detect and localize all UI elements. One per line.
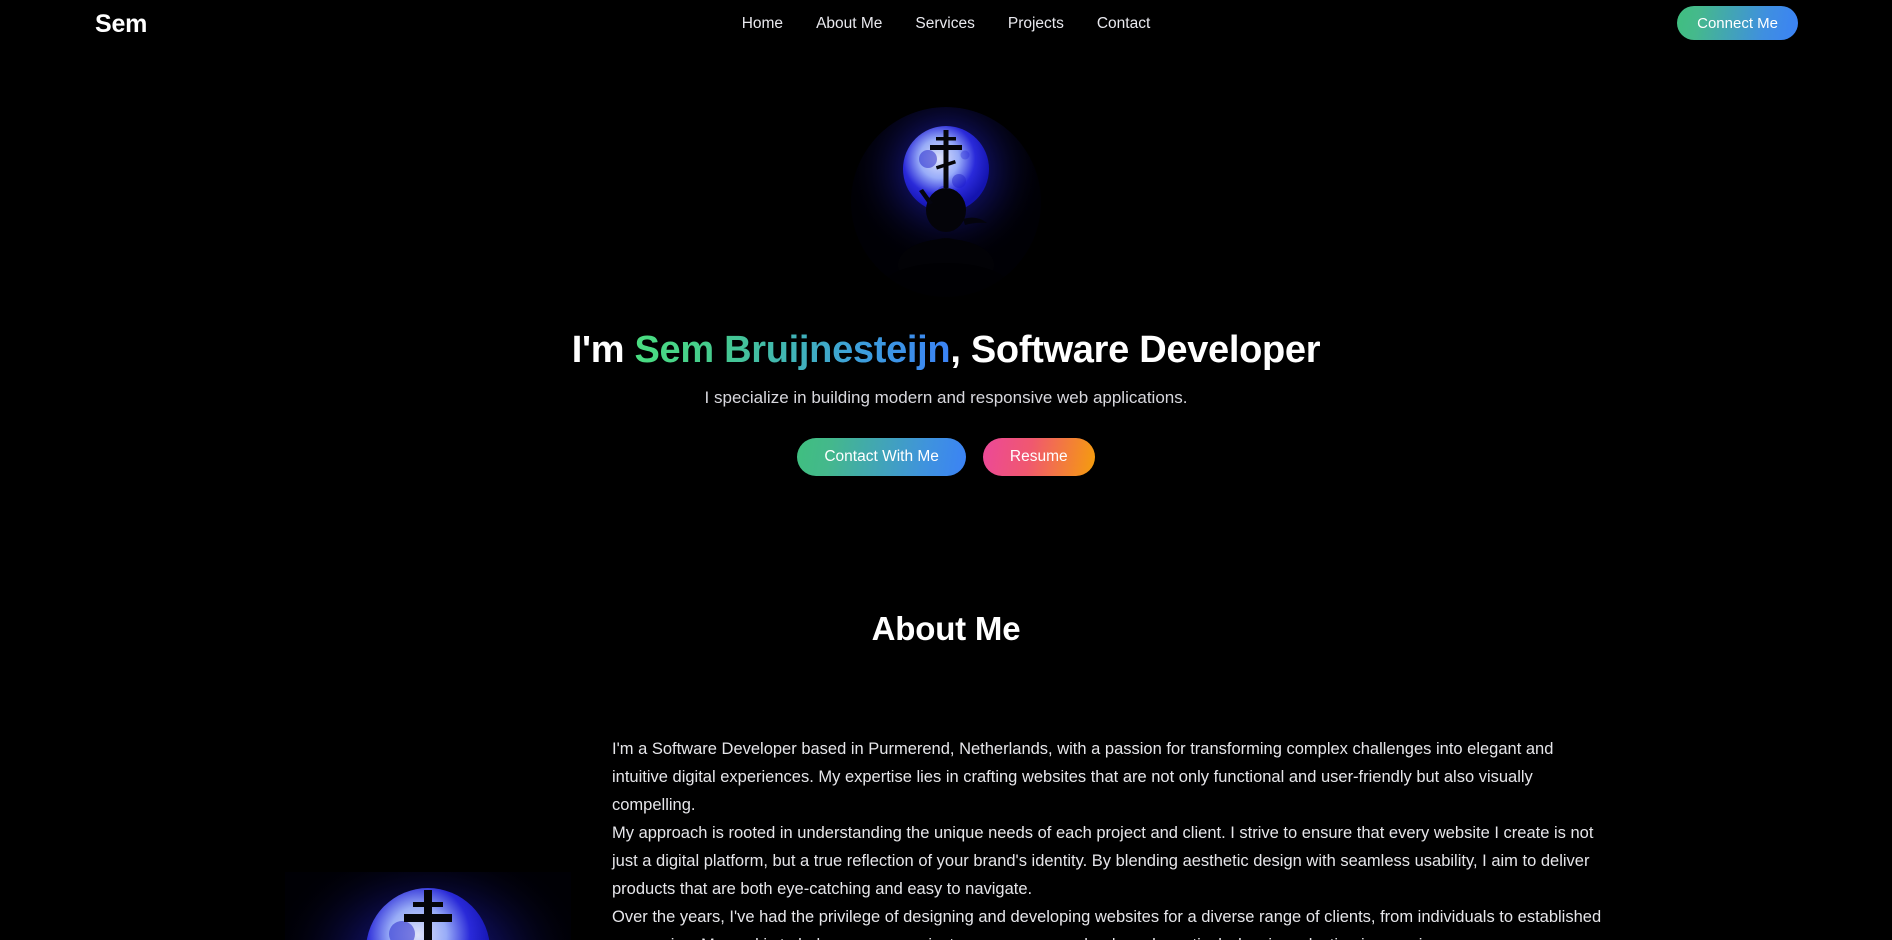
about-paragraph-3: Over the years, I've had the privilege o… [612,908,1602,940]
about-heading: About Me [871,610,1021,647]
about-section: About Me I'm a Software Developer based … [0,610,1892,940]
nav-item-about-me: About Me [816,15,882,33]
about-paragraph-1: I'm a Software Developer based in Purmer… [612,740,1554,814]
about-paragraph-2: My approach is rooted in understanding t… [612,824,1594,898]
nav-item-services: Services [915,15,974,33]
nav-links: Home About Me Services Projects Contact [742,15,1151,33]
hero-avatar [851,107,1041,297]
hero-title-name: Sem Bruijnesteijn [634,329,951,371]
hero-button-group: Contact With Me Resume [797,438,1095,476]
nav-link-home[interactable]: Home [742,15,783,32]
nav-link-projects[interactable]: Projects [1008,15,1064,32]
contact-with-me-button[interactable]: Contact With Me [797,438,966,476]
nav-link-contact[interactable]: Contact [1097,15,1150,32]
hero-title: I'm Sem Bruijnesteijn, Software Develope… [572,329,1321,372]
nav-item-contact: Contact [1097,15,1150,33]
hero-title-prefix: I'm [571,329,635,371]
about-artwork-image [285,872,571,940]
site-logo[interactable]: Sem [95,10,147,39]
about-text-block: I'm a Software Developer based in Purmer… [612,735,1612,940]
nav-link-about-me[interactable]: About Me [816,15,882,32]
hero-subtitle: I specialize in building modern and resp… [704,388,1188,407]
resume-button[interactable]: Resume [982,438,1095,476]
page-root: Sem Home About Me Services Projects Cont… [0,0,1892,940]
hero-section: I'm Sem Bruijnesteijn, Software Develope… [0,50,1892,610]
moon-silhouette-artwork-icon [285,872,571,940]
nav-link-services[interactable]: Services [915,15,974,32]
hero-title-suffix: , Software Developer [950,329,1321,371]
nav-item-home: Home [742,15,783,33]
moon-silhouette-avatar-icon [851,107,1041,297]
nav-item-projects: Projects [1008,15,1064,33]
top-navbar: Sem Home About Me Services Projects Cont… [0,0,1892,50]
connect-me-button[interactable]: Connect Me [1677,6,1798,40]
